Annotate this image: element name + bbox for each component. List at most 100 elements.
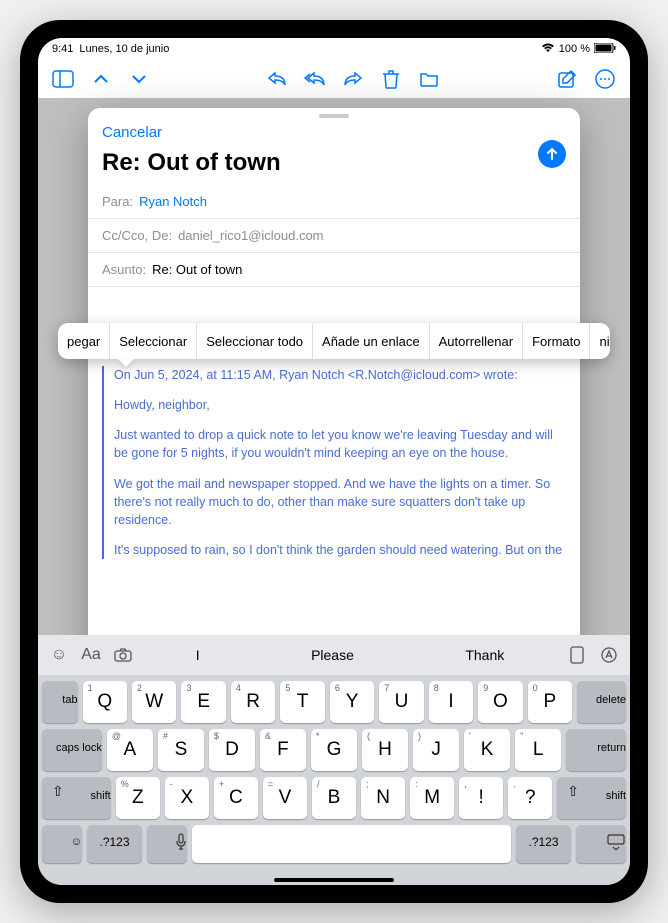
compose-sheet: Cancelar Re: Out of town Para: Ryan Notc…	[88, 108, 580, 665]
trash-icon[interactable]	[380, 68, 402, 90]
key-![interactable]: ,!	[459, 777, 503, 819]
context-add-link[interactable]: Añade un enlace	[313, 323, 430, 359]
quote-greeting: Howdy, neighbor,	[114, 396, 566, 414]
scan-doc-icon[interactable]	[562, 640, 592, 670]
home-indicator[interactable]	[274, 878, 394, 882]
mail-toolbar	[38, 60, 630, 98]
key-a[interactable]: @A	[107, 729, 153, 771]
key-row-2: caps lock @A#S$D&F*G(H)J'K"L return	[42, 729, 626, 771]
key-x[interactable]: -X	[165, 777, 209, 819]
forward-icon[interactable]	[342, 68, 364, 90]
key-shift-left[interactable]: ⇧shift	[42, 777, 111, 819]
key-z[interactable]: %Z	[116, 777, 160, 819]
key-b[interactable]: /B	[312, 777, 356, 819]
to-label: Para:	[102, 194, 133, 209]
key-hide-keyboard[interactable]	[576, 825, 626, 863]
compose-title: Re: Out of town	[88, 149, 580, 185]
prediction-3[interactable]: Thank	[449, 647, 520, 663]
sheet-grabber[interactable]	[319, 114, 349, 118]
status-bar: 9:41 Lunes, 10 de junio 100 %	[38, 38, 630, 60]
key-l[interactable]: "L	[515, 729, 561, 771]
chevron-up-icon[interactable]	[90, 68, 112, 90]
cancel-button[interactable]: Cancelar	[102, 124, 162, 141]
markup-icon[interactable]	[594, 640, 624, 670]
prediction-2[interactable]: Please	[295, 647, 370, 663]
key-j[interactable]: )J	[413, 729, 459, 771]
key-numbers-right[interactable]: .?123	[516, 825, 571, 863]
folder-icon[interactable]	[418, 68, 440, 90]
cc-value: daniel_rico1@icloud.com	[178, 228, 323, 243]
ipad-screen: 9:41 Lunes, 10 de junio 100 %	[38, 38, 630, 885]
compose-icon[interactable]	[556, 68, 578, 90]
onscreen-keyboard: ☺ Aa I Please Thank tab 1Q2W3E4R5T6Y7U8I…	[38, 635, 630, 885]
key-n[interactable]: ;N	[361, 777, 405, 819]
text-context-menu: pegar Seleccionar Seleccionar todo Añade…	[58, 323, 610, 359]
to-field[interactable]: Para: Ryan Notch	[88, 185, 580, 219]
key-t[interactable]: 5T	[280, 681, 324, 723]
sidebar-icon[interactable]	[52, 68, 74, 90]
key-u[interactable]: 7U	[379, 681, 423, 723]
reply-icon[interactable]	[266, 68, 288, 90]
context-menu-caret	[118, 359, 134, 367]
key-dictation[interactable]	[147, 825, 187, 863]
emoji-search-icon[interactable]: ☺	[44, 640, 74, 670]
more-icon[interactable]	[594, 68, 616, 90]
status-time: 9:41	[52, 43, 73, 55]
key-o[interactable]: 9O	[478, 681, 522, 723]
text-format-icon[interactable]: Aa	[76, 640, 106, 670]
camera-icon[interactable]	[108, 640, 138, 670]
quoted-message: On Jun 5, 2024, at 11:15 AM, Ryan Notch …	[102, 366, 566, 559]
context-select-all[interactable]: Seleccionar todo	[197, 323, 313, 359]
key-v[interactable]: =V	[263, 777, 307, 819]
context-paste[interactable]: pegar	[58, 323, 110, 359]
cc-label: Cc/Cco, De:	[102, 228, 172, 243]
predictive-bar: ☺ Aa I Please Thank	[38, 635, 630, 675]
key-k[interactable]: 'K	[464, 729, 510, 771]
key-return[interactable]: return	[566, 729, 626, 771]
key-emoji[interactable]: ☺	[42, 825, 82, 863]
subject-label: Asunto:	[102, 262, 146, 277]
context-autofill[interactable]: Autorrellenar	[430, 323, 523, 359]
key-capslock[interactable]: caps lock	[42, 729, 102, 771]
key-row-1: tab 1Q2W3E4R5T6Y7U8I9O0P delete	[42, 681, 626, 723]
key-q[interactable]: 1Q	[83, 681, 127, 723]
key-space[interactable]	[192, 825, 511, 863]
wifi-icon	[541, 43, 555, 56]
key-p[interactable]: 0P	[528, 681, 572, 723]
key-row-4: ☺ .?123 .?123	[42, 825, 626, 863]
key-w[interactable]: 2W	[132, 681, 176, 723]
context-select[interactable]: Seleccionar	[110, 323, 197, 359]
key-delete[interactable]: delete	[577, 681, 626, 723]
key-s[interactable]: #S	[158, 729, 204, 771]
key-r[interactable]: 4R	[231, 681, 275, 723]
key-i[interactable]: 8I	[429, 681, 473, 723]
key-numbers-left[interactable]: .?123	[87, 825, 142, 863]
battery-percent: 100 %	[559, 43, 590, 55]
key-g[interactable]: *G	[311, 729, 357, 771]
quote-para-3: It's supposed to rain, so I don't think …	[114, 541, 566, 559]
key-m[interactable]: :M	[410, 777, 454, 819]
key-shift-right[interactable]: ⇧shift	[557, 777, 626, 819]
key-f[interactable]: &F	[260, 729, 306, 771]
key-?[interactable]: .?	[508, 777, 552, 819]
to-value[interactable]: Ryan Notch	[139, 194, 207, 209]
subject-field[interactable]: Asunto: Re: Out of town	[88, 253, 580, 287]
key-d[interactable]: $D	[209, 729, 255, 771]
key-y[interactable]: 6Y	[330, 681, 374, 723]
quote-para-2: We got the mail and newspaper stopped. A…	[114, 475, 566, 529]
key-h[interactable]: (H	[362, 729, 408, 771]
key-c[interactable]: +C	[214, 777, 258, 819]
chevron-down-icon[interactable]	[128, 68, 150, 90]
quote-header: On Jun 5, 2024, at 11:15 AM, Ryan Notch …	[114, 366, 566, 384]
status-date: Lunes, 10 de junio	[79, 43, 169, 55]
context-quote-level[interactable]: nivel de cita	[590, 323, 610, 359]
key-e[interactable]: 3E	[181, 681, 225, 723]
reply-all-icon[interactable]	[304, 68, 326, 90]
cc-field[interactable]: Cc/Cco, De: daniel_rico1@icloud.com	[88, 219, 580, 253]
ipad-device-frame: 9:41 Lunes, 10 de junio 100 %	[20, 20, 648, 903]
prediction-1[interactable]: I	[180, 647, 216, 663]
battery-icon	[594, 43, 616, 56]
send-button[interactable]	[538, 140, 566, 168]
context-format[interactable]: Formato	[523, 323, 590, 359]
key-tab[interactable]: tab	[42, 681, 78, 723]
